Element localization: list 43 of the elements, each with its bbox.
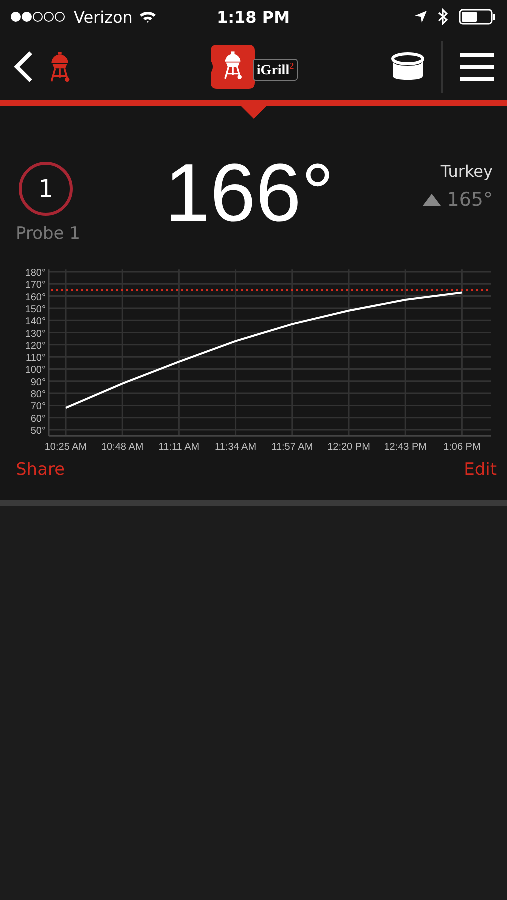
target-temperature: 165° — [447, 189, 493, 211]
edit-button[interactable]: Edit — [464, 460, 497, 480]
battery-icon — [459, 9, 498, 25]
bluetooth-icon — [438, 8, 450, 26]
grill-icon — [48, 50, 72, 84]
y-axis-label: 70° — [30, 402, 46, 413]
x-axis-label: 10:25 AM — [44, 442, 88, 452]
y-axis-label: 100° — [25, 365, 46, 376]
current-temperature: 166° — [164, 156, 336, 241]
y-axis-label: 170° — [25, 280, 46, 292]
y-axis-label: 180° — [25, 268, 46, 279]
y-axis-label: 130° — [25, 328, 46, 340]
y-axis-label: 150° — [25, 304, 46, 316]
probe-device-button[interactable] — [391, 52, 426, 82]
probe-label: Probe 1 — [16, 224, 80, 244]
y-axis-label: 110° — [26, 353, 46, 364]
triangle-icon — [423, 194, 442, 206]
x-axis-label: 1:06 PM — [444, 442, 481, 452]
x-axis-label: 12:20 PM — [328, 442, 370, 452]
x-axis-label: 11:11 AM — [158, 442, 200, 452]
x-axis-label: 10:48 AM — [101, 442, 144, 452]
y-axis-label: 80° — [30, 390, 46, 401]
y-axis-label: 90° — [30, 377, 46, 388]
y-axis-label: 50° — [30, 426, 46, 437]
x-axis-label: 12:43 PM — [384, 442, 427, 452]
menu-button[interactable] — [459, 52, 496, 82]
grill-logo-icon — [208, 43, 257, 91]
back-button[interactable] — [12, 50, 34, 84]
share-button[interactable]: Share — [16, 460, 66, 480]
preset-name: Turkey — [440, 162, 493, 181]
y-axis-label: 140° — [25, 316, 46, 328]
x-axis-label: 11:57 AM — [272, 442, 314, 452]
probe-number: 1 — [19, 162, 73, 216]
y-axis-label: 60° — [30, 414, 46, 425]
carrier-name: Verizon — [74, 8, 133, 26]
x-axis-label: 11:34 AM — [215, 442, 257, 452]
location-icon — [414, 10, 428, 24]
y-axis-label: 120° — [25, 340, 46, 352]
y-axis-label: 160° — [25, 292, 46, 304]
wifi-icon — [138, 10, 157, 24]
signal-icon — [10, 11, 68, 23]
clock-time: 1:18 PM — [217, 8, 290, 26]
brand-logo: iGrill$^{2}$ — [252, 58, 298, 82]
